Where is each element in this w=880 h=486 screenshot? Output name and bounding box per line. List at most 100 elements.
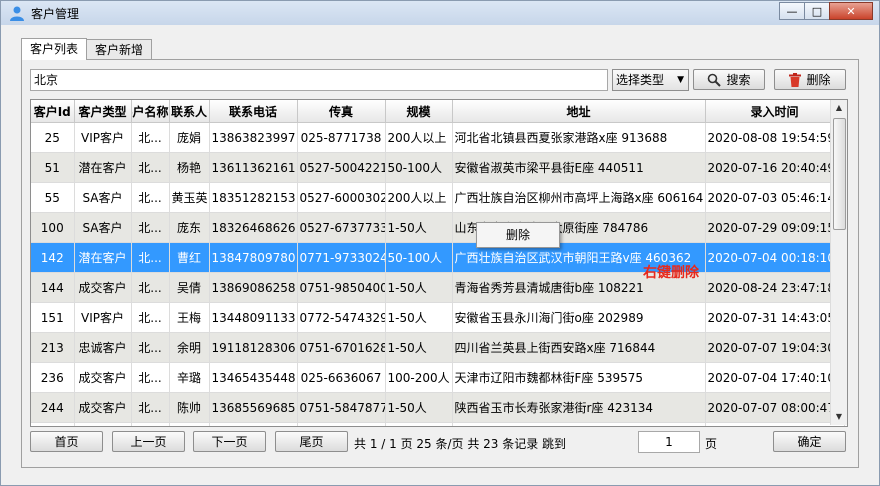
table-cell: 55 (31, 182, 75, 213)
title-bar[interactable]: 客户管理 — □ ✕ (1, 1, 879, 25)
table-cell: 2020-07-04 00:18:10 (705, 242, 845, 273)
table-cell: 北... (131, 362, 170, 393)
table-cell: 庞东 (169, 212, 210, 243)
table-cell: 王梅 (169, 302, 210, 333)
table-cell: 13448091133 (209, 302, 298, 333)
first-page-button[interactable]: 首页 (30, 431, 103, 452)
table-cell: 1-50人 (385, 212, 453, 243)
page-unit-label: 页 (705, 437, 718, 451)
column-header[interactable]: 地址 (452, 100, 706, 123)
table-cell: 151 (31, 302, 75, 333)
table-row[interactable]: 51 潜在客户 北... 杨艳 13611362161 0527-5004221 50-10… (31, 152, 845, 183)
table-cell: 余明 (169, 332, 210, 363)
table-cell: 0751-6701628 (297, 332, 386, 363)
table-cell: 100-200人 (385, 362, 453, 393)
table-row[interactable]: 142 潜在客户 北... 曹红 13847809780 0771-9733024 50-1… (31, 242, 845, 273)
tab-customer-add[interactable]: 客户新增 (86, 39, 153, 60)
table-cell: 0772-5474329 (297, 302, 386, 333)
chevron-down-icon: ▼ (677, 75, 684, 85)
table-cell: 广西壮族自治区柳州市高坪上海路x座 606164 (452, 182, 706, 213)
table-row[interactable]: 100 SA客户 北... 庞东 18326468626 0527-6737733 1-50… (31, 212, 845, 243)
search-input[interactable]: 北京 (30, 69, 608, 91)
scroll-thumb[interactable] (833, 118, 846, 230)
table-cell: 四川省兰英县上街西安路x座 716844 (452, 332, 706, 363)
delete-button-label: 删除 (806, 73, 831, 87)
table-cell: 安徽省淑英市梁平县街E座 440511 (452, 152, 706, 183)
table-cell: 200人以上 (385, 182, 453, 213)
tab-customer-list[interactable]: 客户列表 (21, 38, 88, 60)
table-row[interactable]: 254VIP客户北...陈莹13487763130010-716468050-1… (31, 422, 845, 426)
table-row[interactable]: 25 VIP客户 北... 庞娟 13863823997 025-8771738 200人以… (31, 122, 845, 153)
table-cell: 2020-07-16 20:40:49 (705, 152, 845, 183)
delete-button[interactable]: 删除 (774, 69, 846, 90)
table-row[interactable]: 236 成交客户 北... 辛璐 13465435448 025-6636067 100-2… (31, 362, 845, 393)
column-header[interactable]: 客户Id (31, 100, 75, 123)
minimize-button[interactable]: — (779, 2, 805, 20)
table-cell: 144 (31, 272, 75, 303)
table-cell: 0751-5847877 (297, 392, 386, 423)
column-header[interactable]: 客户类型 (74, 100, 132, 123)
annotation-label: 右键删除 (643, 265, 699, 281)
column-header[interactable]: 客户名称 (131, 100, 170, 123)
table-cell: 北... (131, 212, 170, 243)
table-cell: 陈帅 (169, 392, 210, 423)
confirm-button[interactable]: 确定 (773, 431, 846, 452)
search-button[interactable]: 搜索 (693, 69, 765, 90)
table-row[interactable]: 213 忠诚客户 北... 余明 19118128306 0751-6701628 1-50… (31, 332, 845, 363)
table-cell: 1-50人 (385, 272, 453, 303)
column-header[interactable]: 联系电话 (209, 100, 298, 123)
table-cell: 2020-07-29 09:09:15 (705, 212, 845, 243)
table-row[interactable]: 55 SA客户 北... 黄玉英 18351282153 0527-6000302 200人… (31, 182, 845, 213)
maximize-button[interactable]: □ (804, 2, 830, 20)
page-number-input[interactable]: 1 (638, 431, 700, 453)
table-cell: 254 (31, 422, 75, 426)
customer-table[interactable]: 客户Id 客户类型 客户名称 联系人 联系电话 传真 规模 地址 录入时间 25… (30, 99, 848, 427)
close-button[interactable]: ✕ (829, 2, 873, 20)
table-cell: 2020-07-31 14:43:05 (705, 302, 845, 333)
table-cell: 成交客户 (74, 392, 132, 423)
context-menu-delete[interactable]: 删除 (506, 228, 530, 242)
table-cell: 安徽省玉县永川海门街o座 202989 (452, 302, 706, 333)
table-cell: 北... (131, 302, 170, 333)
user-icon (10, 6, 24, 21)
table-cell: 18326468626 (209, 212, 298, 243)
table-row[interactable]: 244 成交客户 北... 陈帅 13685569685 0751-5847877 1-50… (31, 392, 845, 423)
table-cell: 内蒙古自治区秀珍市海城柳州街W座 362813 (452, 422, 706, 426)
prev-page-button[interactable]: 上一页 (112, 431, 185, 452)
table-cell: 北... (131, 152, 170, 183)
vertical-scrollbar[interactable]: ▲ ▼ (830, 100, 847, 425)
table-cell: 13863823997 (209, 122, 298, 153)
table-row[interactable]: 151 VIP客户 北... 王梅 13448091133 0772-5474329 1-5… (31, 302, 845, 333)
type-select[interactable]: 选择类型 ▼ (612, 69, 689, 91)
scroll-down-icon[interactable]: ▼ (831, 409, 847, 425)
table-cell: 吴倩 (169, 272, 210, 303)
table-cell: 51 (31, 152, 75, 183)
table-cell: 2020-08-18 00:27:13 (705, 422, 845, 426)
scroll-up-icon[interactable]: ▲ (831, 100, 847, 116)
pager-info: 共 1 / 1 页 25 条/页 共 23 条记录 跳到 (354, 437, 567, 451)
table-cell: 北... (131, 392, 170, 423)
table-cell: 北... (131, 242, 170, 273)
table-cell: 50-100人 (385, 152, 453, 183)
context-menu: 删除 (476, 222, 560, 248)
column-header[interactable]: 录入时间 (705, 100, 845, 123)
table-cell: 北... (131, 122, 170, 153)
table-cell: 北... (131, 422, 170, 426)
table-cell: 北... (131, 332, 170, 363)
table-cell: 庞娟 (169, 122, 210, 153)
column-header[interactable]: 规模 (385, 100, 453, 123)
table-cell: 2020-08-24 23:47:18 (705, 272, 845, 303)
column-header[interactable]: 传真 (297, 100, 386, 123)
table-cell: 忠诚客户 (74, 332, 132, 363)
table-cell: 18351282153 (209, 182, 298, 213)
magnifier-icon (708, 73, 722, 87)
last-page-button[interactable]: 尾页 (275, 431, 348, 452)
table-cell: 潜在客户 (74, 152, 132, 183)
table-cell: 杨艳 (169, 152, 210, 183)
table-cell: 北... (131, 182, 170, 213)
table-row[interactable]: 144 成交客户 北... 吴倩 13869086258 0751-9850400 1-50… (31, 272, 845, 303)
next-page-button[interactable]: 下一页 (193, 431, 266, 452)
column-header[interactable]: 联系人 (169, 100, 210, 123)
table-cell: 142 (31, 242, 75, 273)
table-cell: 25 (31, 122, 75, 153)
